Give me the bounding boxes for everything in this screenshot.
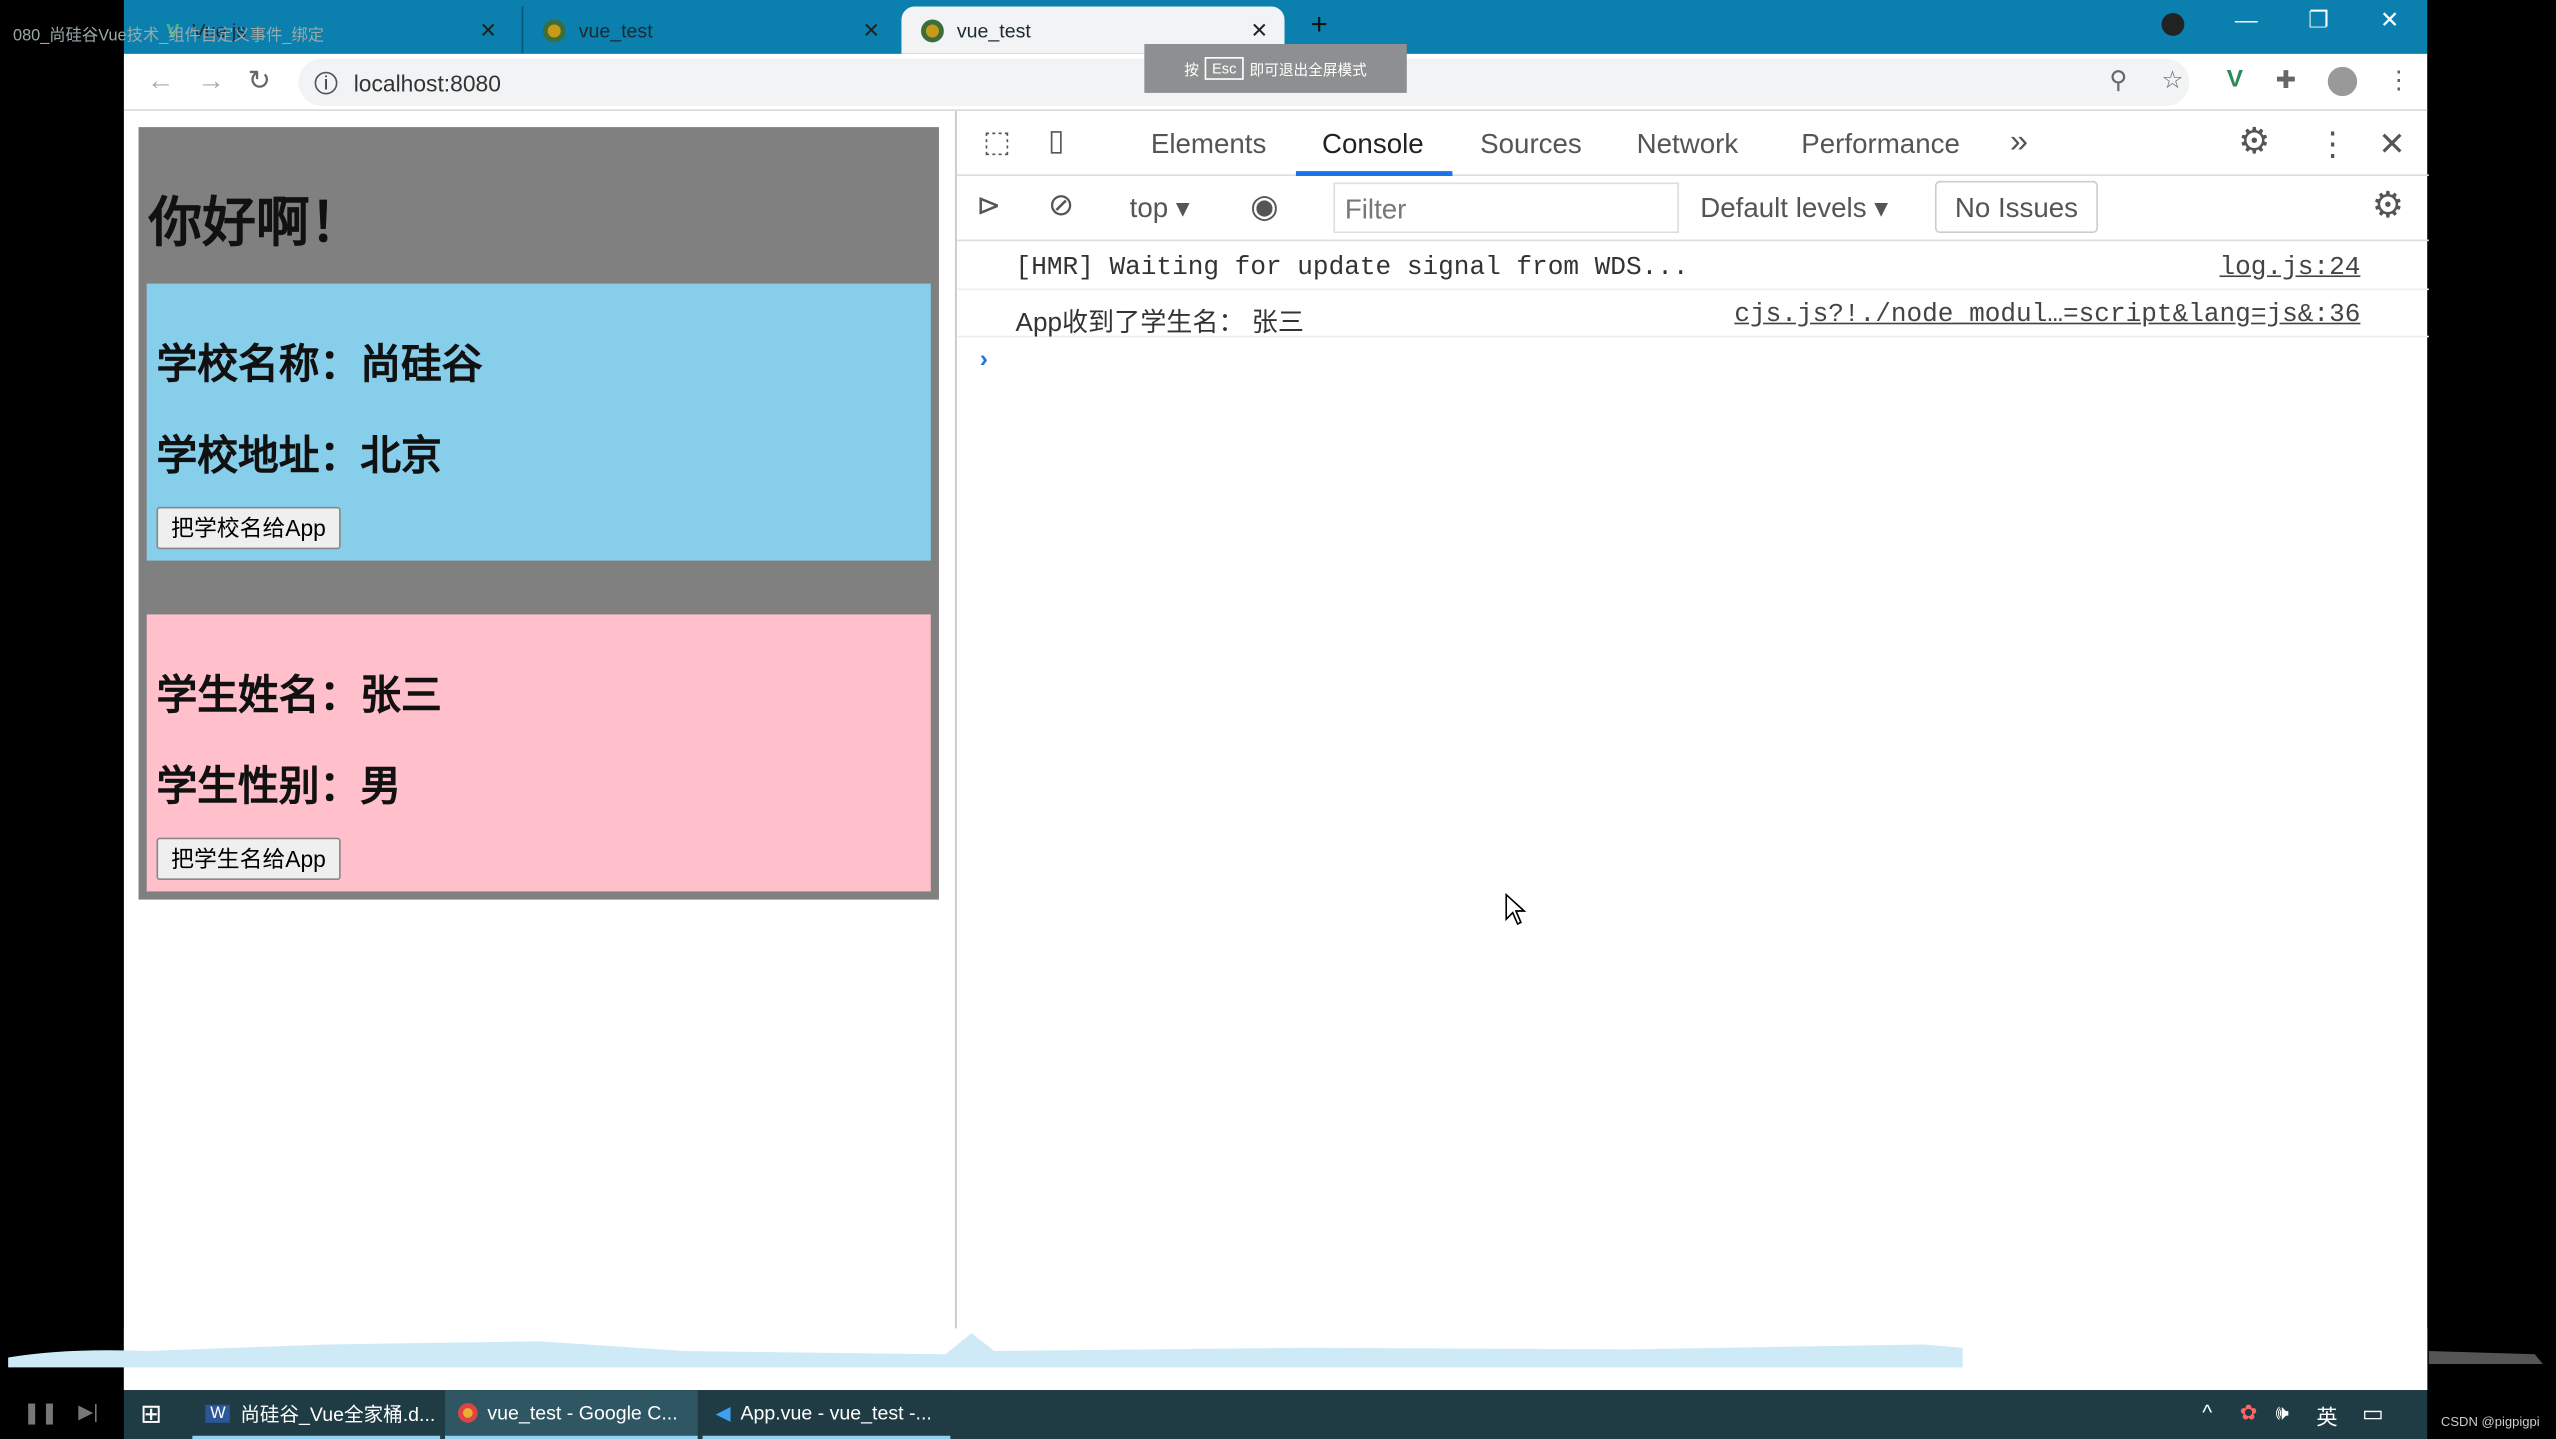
tab-label: vue_test — [956, 18, 1031, 42]
taskbar-item-word[interactable]: W 尚硅谷_Vue全家桶.d... — [192, 1390, 441, 1439]
device-toolbar-icon[interactable]: ▯ — [1048, 124, 1064, 158]
vscode-icon: ◀ — [715, 1401, 731, 1425]
favicon-icon — [542, 18, 566, 42]
page-viewport: 你好啊！ 学校名称：尚硅谷 学校地址：北京 把学校名给App 学生姓名：张三 学… — [123, 110, 956, 1391]
log-levels-select[interactable]: Default levels ▾ — [1700, 192, 1888, 225]
ime-indicator[interactable]: 英 — [2316, 1400, 2337, 1431]
context-select[interactable]: top ▾ — [1130, 192, 1190, 225]
forward-button[interactable]: → — [197, 65, 225, 98]
settings-gear-icon[interactable]: ⚙ — [2238, 121, 2270, 163]
student-component: 学生姓名：张三 学生性别：男 把学生名给App — [146, 614, 931, 892]
tab-label: vue_test — [578, 18, 653, 42]
console-prompt-icon[interactable]: › — [980, 345, 988, 373]
windows-start-icon[interactable]: ⊞ — [140, 1398, 162, 1431]
url-text: localhost:8080 — [353, 69, 501, 96]
sidebar-toggle-icon[interactable]: ⊳ — [976, 189, 1001, 223]
video-progress-waveform — [8, 1328, 2543, 1391]
console-toolbar: ⊳ ⊘ top ▾ ◉ Filter Default levels ▾ No I… — [956, 176, 2429, 242]
message-source-link[interactable]: cjs.js?!./node_modul…=script&lang=js&:36 — [1734, 300, 2360, 329]
taskbar-label: 尚硅谷_Vue全家桶.d... — [240, 1402, 436, 1426]
context-value: top — [1129, 192, 1169, 224]
tray-app-icon[interactable]: ✿ — [2240, 1400, 2258, 1426]
tab-sources[interactable]: Sources — [1480, 129, 1582, 162]
message-text: [HMR] Waiting for update signal from WDS… — [1015, 252, 1689, 282]
close-tab-icon[interactable]: ✕ — [479, 17, 497, 43]
send-school-name-button[interactable]: 把学校名给App — [156, 506, 341, 550]
school-address: 学校地址：北京 — [156, 433, 442, 480]
levels-value: Default levels — [1700, 192, 1867, 224]
extensions-icon[interactable]: ✚ — [2276, 65, 2297, 95]
console-message: [HMR] Waiting for update signal from WDS… — [956, 243, 2429, 291]
video-title-overlay: 080_尚硅谷Vue技术_组件自定义事件_绑定 — [13, 27, 325, 46]
devtools-panel: ⬚ ▯ Elements Console Sources Network Per… — [955, 110, 2429, 1391]
menu-icon[interactable]: ⋮ — [2386, 65, 2410, 95]
hint-prefix: 按 — [1184, 61, 1199, 78]
tab-performance[interactable]: Performance — [1801, 129, 1960, 162]
mouse-cursor-icon — [1505, 893, 1527, 926]
student-name: 学生姓名：张三 — [156, 673, 442, 719]
volume-icon[interactable]: 🕪 — [2276, 1400, 2289, 1426]
taskbar-label: vue_test - Google C... — [487, 1401, 678, 1425]
minimize-button[interactable]: — — [2235, 7, 2258, 33]
taskbar-item-chrome[interactable]: vue_test - Google C... — [445, 1390, 698, 1439]
profile-dot-icon[interactable] — [2161, 13, 2185, 36]
hint-suffix: 即可退出全屏模式 — [1249, 61, 1367, 78]
fullscreen-hint: 按 Esc 即可退出全屏模式 — [1144, 44, 1407, 93]
favicon-icon — [921, 18, 944, 42]
tab-elements[interactable]: Elements — [1151, 129, 1267, 162]
page-title: 你好啊！ — [148, 192, 364, 253]
hint-key: Esc — [1205, 57, 1243, 80]
word-icon: W — [205, 1403, 231, 1422]
taskbar: ⊞ W 尚硅谷_Vue全家桶.d... vue_test - Google C..… — [123, 1390, 2428, 1439]
back-button[interactable]: ← — [147, 65, 175, 98]
clear-console-icon[interactable]: ⊘ — [1048, 187, 1074, 224]
inspect-element-icon[interactable]: ⬚ — [983, 125, 1011, 159]
taskbar-item-vscode[interactable]: ◀ App.vue - vue_test -... — [702, 1390, 951, 1439]
filter-input[interactable]: Filter — [1333, 182, 1680, 234]
message-source-link[interactable]: log.js:24 — [2220, 253, 2361, 282]
more-options-icon[interactable]: ⋮ — [2316, 124, 2349, 165]
watermark: CSDN @pigpigpi — [2440, 1414, 2540, 1430]
next-icon[interactable]: ▶| — [78, 1400, 98, 1423]
player-controls: ❚❚ ▶| — [0, 1390, 124, 1439]
pause-icon[interactable]: ❚❚ — [23, 1400, 59, 1426]
tray-chevron-icon[interactable]: ^ — [2202, 1400, 2212, 1424]
send-student-name-button[interactable]: 把学生名给App — [156, 837, 341, 881]
more-tabs-icon[interactable]: » — [2010, 124, 2028, 161]
notification-icon[interactable]: ▭ — [2362, 1400, 2384, 1428]
vue-devtools-icon[interactable]: V — [2227, 65, 2243, 93]
close-window-button[interactable]: ✕ — [2380, 7, 2399, 35]
devtools-tab-bar: ⬚ ▯ Elements Console Sources Network Per… — [956, 111, 2429, 177]
school-name: 学校名称：尚硅谷 — [156, 342, 483, 388]
profile-icon[interactable] — [2327, 66, 2358, 97]
bookmark-star-icon[interactable]: ☆ — [2162, 65, 2184, 95]
close-tab-icon[interactable]: ✕ — [1250, 17, 1268, 43]
info-icon[interactable]: i — [314, 70, 338, 94]
app-container: 你好啊！ 学校名称：尚硅谷 学校地址：北京 把学校名给App 学生姓名：张三 学… — [138, 127, 939, 900]
zoom-icon[interactable]: ⚲ — [2109, 65, 2127, 95]
console-message: App收到了学生名： 张三 cjs.js?!./node_modul…=scri… — [956, 290, 2429, 338]
student-gender: 学生性别：男 — [156, 764, 402, 810]
new-tab-button[interactable]: + — [1311, 8, 1328, 42]
issues-button[interactable]: No Issues — [1934, 180, 2098, 234]
close-tab-icon[interactable]: ✕ — [862, 17, 880, 43]
console-settings-icon[interactable]: ⚙ — [2372, 184, 2404, 226]
tab-console[interactable]: Console — [1322, 129, 1424, 162]
message-text: App收到了学生名： 张三 — [1015, 309, 1304, 338]
restore-button[interactable]: ❐ — [2308, 7, 2328, 35]
school-component: 学校名称：尚硅谷 学校地址：北京 把学校名给App — [146, 283, 931, 561]
tab-network[interactable]: Network — [1637, 129, 1739, 162]
taskbar-label: App.vue - vue_test -... — [740, 1401, 932, 1425]
chrome-icon — [458, 1403, 478, 1423]
reload-button[interactable]: ↻ — [248, 65, 271, 98]
browser-tab[interactable]: vue_test ✕ — [521, 6, 897, 54]
close-devtools-icon[interactable]: ✕ — [2378, 124, 2405, 165]
live-expression-eye-icon[interactable]: ◉ — [1250, 186, 1278, 227]
